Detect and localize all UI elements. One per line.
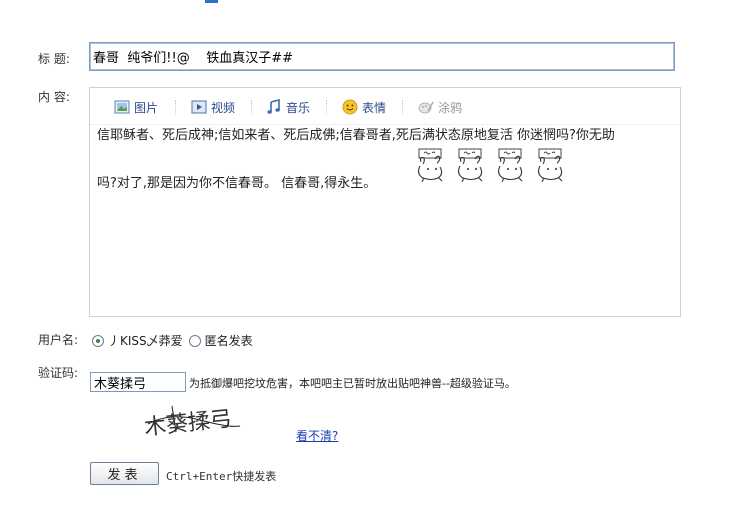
video-icon: [191, 99, 207, 115]
toolbar-separator: [175, 100, 177, 114]
shortcut-text: 快捷发表: [232, 470, 277, 483]
picture-icon: [114, 99, 130, 115]
captcha-image: 木葵揉弓: [143, 405, 241, 440]
insert-emoticon-button[interactable]: 表情: [342, 98, 386, 116]
shortcut-hint: Ctrl+Enter快捷发表: [166, 468, 276, 484]
title-label: 标 题:: [38, 52, 70, 66]
top-blue-marker: [205, 0, 218, 3]
captcha-hint: 为抵御爆吧挖坟危害，本吧吧主已暂时放出贴吧神兽--超级验证马。: [189, 377, 516, 390]
doodle-brush-icon: [418, 99, 434, 115]
editor-text-line: 吗?对了,那是因为你不信春哥。 信春哥,得永生。: [97, 176, 377, 191]
doodle-button[interactable]: 涂鸦: [418, 98, 462, 116]
captcha-refresh-link[interactable]: 看不清?: [296, 427, 338, 444]
insert-picture-button[interactable]: 图片: [114, 98, 158, 116]
video-label: 视频: [211, 100, 236, 115]
shortcut-key: Ctrl+Enter: [166, 470, 233, 483]
emoticon-label: 表情: [362, 100, 387, 115]
smiley-icon: [342, 99, 358, 115]
insert-music-button[interactable]: 音乐: [266, 98, 310, 116]
music-label: 音乐: [286, 100, 311, 115]
radio-anonymous[interactable]: [188, 334, 201, 347]
toolbar-separator: [251, 100, 253, 114]
rich-text-editor[interactable]: 图片 视频 音乐 表情 涂鸦 信耶稣者、死后成神;信如来者、死后成佛;信春哥者,…: [89, 87, 681, 317]
username-label: 用户名:: [38, 333, 79, 347]
anonymous-option-label[interactable]: 匿名发表: [205, 332, 253, 349]
toolbar-separator: [326, 100, 328, 114]
picture-label: 图片: [134, 100, 159, 115]
username-options: 丿KISS乄莽爱 匿名发表: [92, 332, 253, 349]
named-option-label[interactable]: 丿KISS乄莽爱: [108, 332, 183, 349]
emoticon-group: [415, 148, 567, 190]
editor-toolbar: 图片 视频 音乐 表情 涂鸦: [90, 88, 680, 125]
editor-text-line: 信耶稣者、死后成神;信如来者、死后成佛;信春哥者,死后满状态原地复活 你迷惘吗?…: [97, 128, 615, 143]
rabbit-emoticon: [497, 148, 523, 183]
rabbit-emoticon: [537, 148, 563, 183]
doodle-label: 涂鸦: [438, 100, 463, 115]
title-input[interactable]: [89, 42, 675, 71]
insert-video-button[interactable]: 视频: [191, 98, 235, 116]
submit-button[interactable]: 发表: [90, 462, 159, 485]
captcha-label: 验证码:: [38, 366, 79, 380]
rabbit-emoticon: [417, 148, 443, 183]
captcha-image-text: 木葵揉弓: [143, 407, 233, 440]
music-note-icon: [266, 98, 282, 115]
toolbar-separator: [402, 100, 404, 114]
radio-named[interactable]: [92, 334, 104, 347]
content-label: 内 容:: [38, 90, 70, 104]
rabbit-emoticon: [457, 148, 483, 183]
captcha-input[interactable]: [90, 372, 186, 392]
